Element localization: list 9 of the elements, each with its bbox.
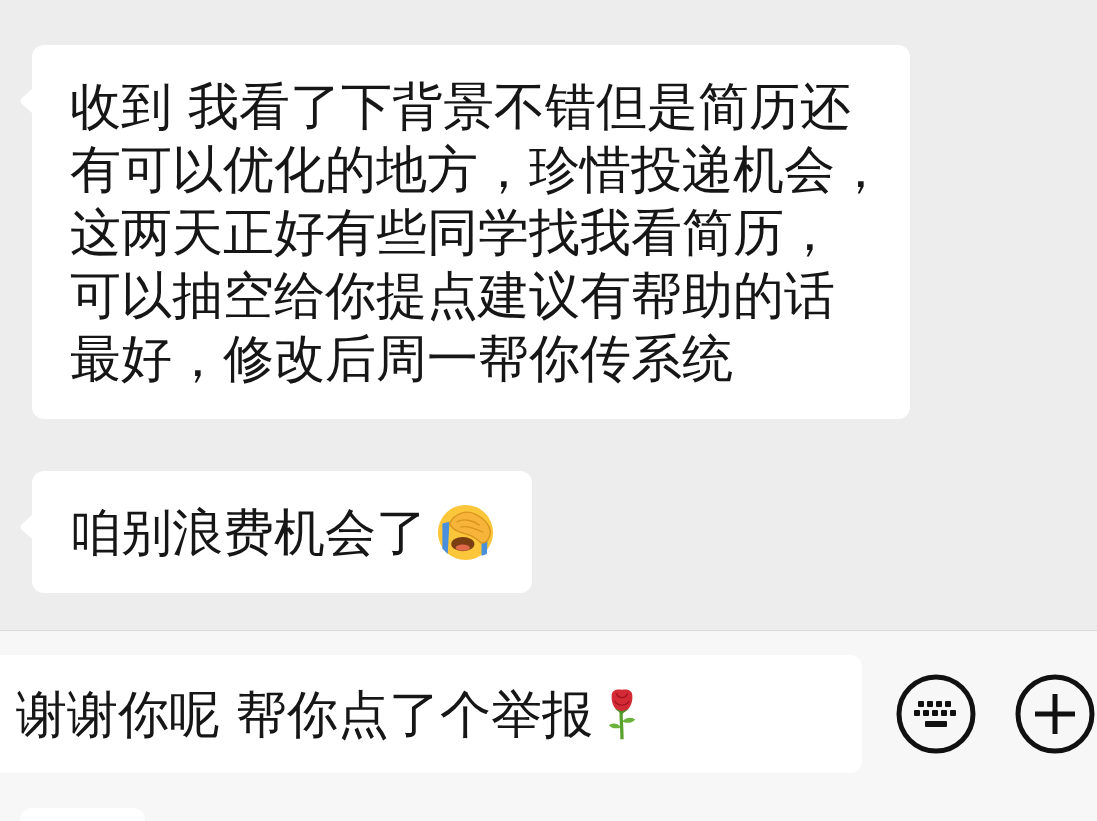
message-text-line: 最好，修改后周一帮你传系统 xyxy=(70,328,733,390)
message-text-line: 这两天正好有些同学找我看简历， xyxy=(70,202,835,264)
message-text-line: 可以抽空给你提点建议有帮助的话 xyxy=(70,265,835,327)
message-input-field[interactable]: 谢谢你呢 帮你点了个举报 xyxy=(0,655,862,773)
keyboard-icon[interactable] xyxy=(896,674,976,754)
add-icon[interactable] xyxy=(1015,674,1095,754)
message-text-line: 收到 我看了下背景不错但是简历还 xyxy=(70,76,852,138)
message-text-line: 咱别浪费机会了 xyxy=(70,502,427,564)
message-text-line: 有可以优化的地方，珍惜投递机会， xyxy=(70,139,886,201)
